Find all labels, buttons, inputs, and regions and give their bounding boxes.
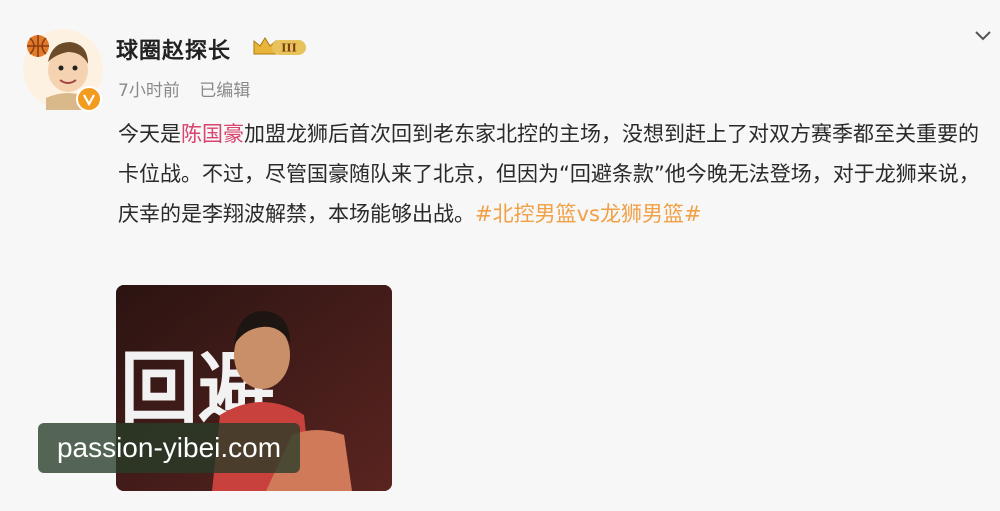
text-before: 今天是 — [118, 122, 181, 146]
watermark: passion-yibei.com — [38, 423, 300, 473]
post-meta: 7小时前 已编辑 — [118, 76, 264, 101]
mention-link[interactable]: 陈国豪 — [181, 122, 244, 146]
crown-level-icon: III — [250, 34, 310, 60]
post-text: 今天是陈国豪加盟龙狮后首次回到老东家北控的主场，没想到赶上了对双方赛季都至关重要… — [118, 114, 998, 234]
verified-icon — [76, 86, 102, 112]
level-badge-text: III — [281, 42, 296, 55]
username[interactable]: 球圈赵探长 — [116, 33, 231, 65]
chevron-down-icon[interactable] — [972, 24, 994, 46]
edited-label: 已编辑 — [199, 81, 251, 101]
hashtag-link[interactable]: #北控男篮vs龙狮男篮# — [475, 202, 702, 226]
post-time: 7小时前 — [118, 81, 180, 101]
